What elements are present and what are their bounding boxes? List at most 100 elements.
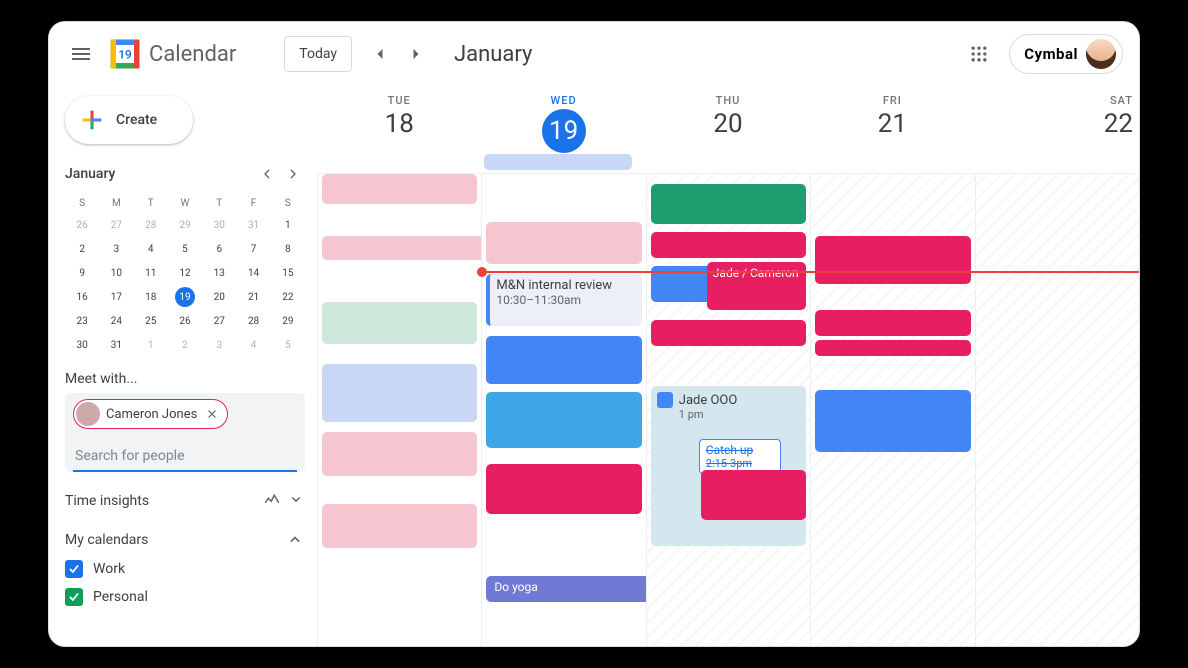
mini-day[interactable]: 13 bbox=[202, 261, 236, 285]
search-people-input[interactable] bbox=[73, 438, 297, 472]
day-header[interactable]: FRI21 bbox=[810, 86, 974, 173]
person-chip[interactable]: Cameron Jones bbox=[73, 399, 228, 429]
mini-day[interactable]: 3 bbox=[99, 237, 133, 261]
mini-day[interactable]: 20 bbox=[202, 285, 236, 309]
mini-next-button[interactable] bbox=[281, 162, 305, 186]
mini-day[interactable]: 24 bbox=[99, 309, 133, 333]
mini-day[interactable]: 5 bbox=[168, 237, 202, 261]
mini-day[interactable]: 31 bbox=[99, 333, 133, 357]
create-button[interactable]: Create bbox=[65, 96, 193, 144]
event[interactable] bbox=[322, 504, 477, 548]
event-yoga[interactable]: Do yoga bbox=[486, 576, 665, 602]
event[interactable] bbox=[815, 340, 970, 356]
mini-prev-button[interactable] bbox=[255, 162, 279, 186]
event[interactable] bbox=[651, 184, 806, 224]
time-insights-row[interactable]: Time insights bbox=[65, 490, 305, 512]
mini-day[interactable]: 8 bbox=[271, 237, 305, 261]
mini-day[interactable]: 27 bbox=[99, 213, 133, 237]
day-col-fri[interactable] bbox=[810, 174, 974, 646]
mini-day[interactable]: 15 bbox=[271, 261, 305, 285]
event[interactable] bbox=[701, 470, 806, 520]
now-line bbox=[481, 271, 1139, 273]
calendar-item[interactable]: Work bbox=[65, 560, 305, 578]
checkbox-icon[interactable] bbox=[65, 560, 83, 578]
mini-day[interactable]: 6 bbox=[202, 237, 236, 261]
calendar-grid[interactable]: M&N internal review 10:30–11:30am Do yog… bbox=[317, 174, 1139, 646]
user-avatar[interactable] bbox=[1086, 39, 1116, 69]
prev-week-button[interactable] bbox=[362, 36, 398, 72]
day-header[interactable]: SAT22 bbox=[975, 86, 1139, 173]
checkbox-icon[interactable] bbox=[65, 588, 83, 606]
mini-day[interactable]: 1 bbox=[134, 333, 168, 357]
mini-day[interactable]: 27 bbox=[202, 309, 236, 333]
mini-day[interactable]: 5 bbox=[271, 333, 305, 357]
mini-day[interactable]: 4 bbox=[236, 333, 270, 357]
event[interactable] bbox=[651, 320, 806, 346]
mini-day[interactable]: 25 bbox=[134, 309, 168, 333]
day-col-tue[interactable] bbox=[317, 174, 481, 646]
mini-day[interactable]: 2 bbox=[65, 237, 99, 261]
mini-day[interactable]: 9 bbox=[65, 261, 99, 285]
event-ooo[interactable]: Jade OOO 1 pm Catch up 2:15-3pm bbox=[651, 386, 806, 546]
event[interactable] bbox=[486, 222, 641, 264]
mini-day[interactable]: 23 bbox=[65, 309, 99, 333]
event[interactable] bbox=[486, 464, 641, 514]
day-header[interactable]: THU20 bbox=[646, 86, 810, 173]
mini-day[interactable]: 28 bbox=[134, 213, 168, 237]
event[interactable] bbox=[322, 364, 477, 422]
event[interactable] bbox=[815, 310, 970, 336]
event-jade-cameron[interactable]: Jade / Cameron bbox=[707, 262, 806, 310]
mini-day[interactable]: 26 bbox=[168, 309, 202, 333]
mini-day[interactable]: 14 bbox=[236, 261, 270, 285]
event-title: Jade OOO bbox=[679, 393, 738, 408]
day-number: 20 bbox=[646, 109, 810, 139]
mini-day[interactable]: 1 bbox=[271, 213, 305, 237]
mini-day[interactable]: 11 bbox=[134, 261, 168, 285]
mini-day[interactable]: 17 bbox=[99, 285, 133, 309]
mini-day[interactable]: 22 bbox=[271, 285, 305, 309]
mini-day[interactable]: 2 bbox=[168, 333, 202, 357]
event-review[interactable]: M&N internal review 10:30–11:30am bbox=[486, 274, 641, 326]
mini-day[interactable]: 29 bbox=[271, 309, 305, 333]
event[interactable] bbox=[322, 432, 477, 476]
allday-event[interactable] bbox=[484, 154, 632, 170]
mini-day[interactable]: 30 bbox=[65, 333, 99, 357]
day-col-sat[interactable] bbox=[975, 174, 1139, 646]
mini-day[interactable]: 31 bbox=[236, 213, 270, 237]
mini-day[interactable]: 7 bbox=[236, 237, 270, 261]
today-button[interactable]: Today bbox=[284, 36, 352, 72]
event[interactable] bbox=[486, 392, 641, 448]
mini-day[interactable]: 29 bbox=[168, 213, 202, 237]
day-col-thu[interactable]: Jade / Cameron Jade OOO 1 pm Catch up 2:… bbox=[646, 174, 810, 646]
calendar-item[interactable]: Personal bbox=[65, 588, 305, 606]
mini-day[interactable]: 12 bbox=[168, 261, 202, 285]
day-of-week: FRI bbox=[810, 94, 974, 107]
mini-day[interactable]: 30 bbox=[202, 213, 236, 237]
event[interactable] bbox=[322, 174, 477, 204]
chevron-down-icon[interactable] bbox=[281, 490, 305, 512]
mini-day[interactable]: 16 bbox=[65, 285, 99, 309]
mini-calendar[interactable]: SMTWTFS 26272829303112345678910111213141… bbox=[65, 194, 305, 357]
mini-day[interactable]: 18 bbox=[134, 285, 168, 309]
account-pill[interactable]: Cymbal bbox=[1009, 34, 1123, 74]
event[interactable] bbox=[815, 236, 970, 284]
chip-remove-icon[interactable] bbox=[203, 405, 221, 423]
day-header[interactable]: TUE18 bbox=[317, 86, 481, 173]
mini-day[interactable]: 10 bbox=[99, 261, 133, 285]
mini-day[interactable]: 4 bbox=[134, 237, 168, 261]
mini-day[interactable]: 19 bbox=[168, 285, 202, 309]
day-col-wed[interactable]: M&N internal review 10:30–11:30am Do yog… bbox=[481, 174, 645, 646]
mini-day[interactable]: 28 bbox=[236, 309, 270, 333]
mini-day[interactable]: 21 bbox=[236, 285, 270, 309]
menu-icon[interactable] bbox=[57, 30, 105, 78]
event[interactable] bbox=[322, 302, 477, 344]
day-number: 18 bbox=[317, 109, 481, 139]
mini-day[interactable]: 3 bbox=[202, 333, 236, 357]
next-week-button[interactable] bbox=[398, 36, 434, 72]
apps-launcher-icon[interactable] bbox=[959, 34, 999, 74]
event[interactable] bbox=[815, 390, 970, 452]
event[interactable] bbox=[486, 336, 641, 384]
mini-day[interactable]: 26 bbox=[65, 213, 99, 237]
event[interactable] bbox=[651, 232, 806, 258]
my-calendars-row[interactable]: My calendars bbox=[65, 530, 305, 550]
